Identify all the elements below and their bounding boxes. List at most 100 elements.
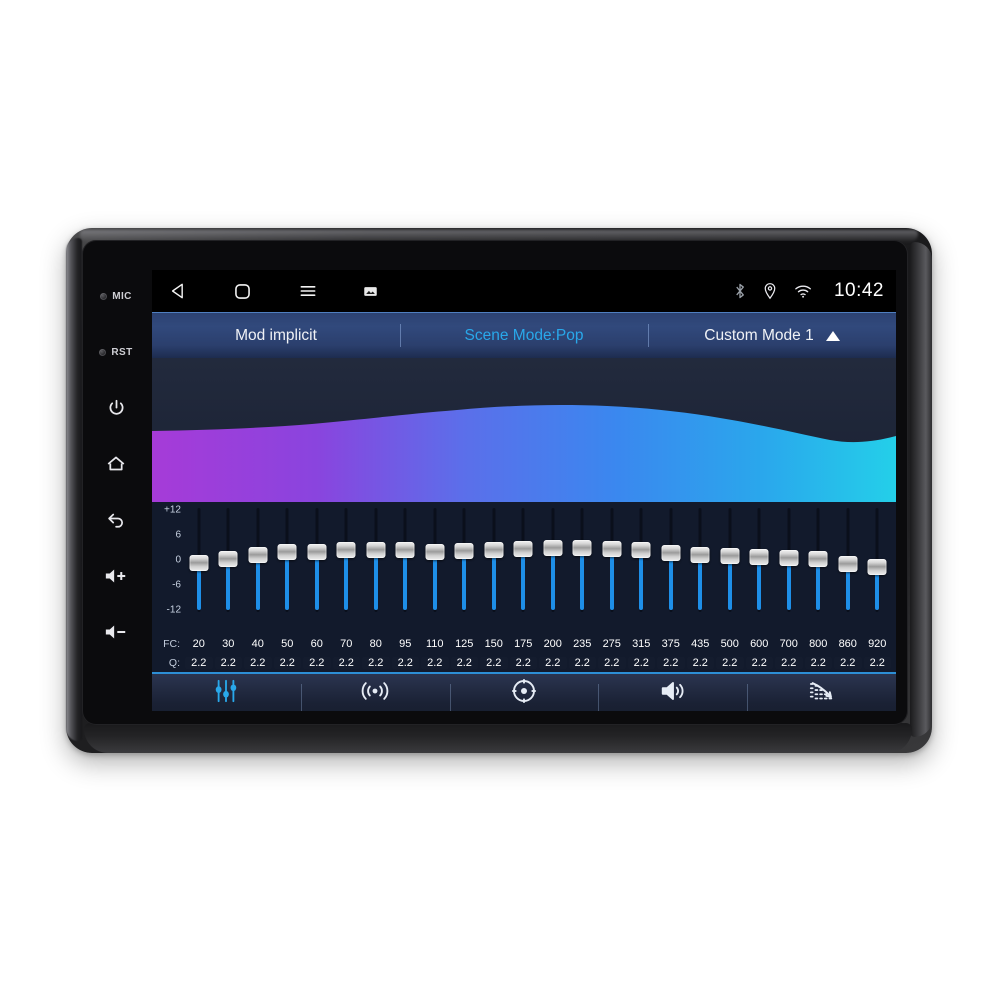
tab-sound[interactable]: Sound xyxy=(598,679,747,711)
fc-value[interactable]: 920 xyxy=(863,638,893,650)
eq-band-slider[interactable] xyxy=(509,502,539,618)
eq-band-slider[interactable] xyxy=(538,502,568,618)
slider-thumb[interactable] xyxy=(484,542,504,558)
q-value[interactable]: 2.2 xyxy=(509,656,537,669)
fc-value[interactable]: 315 xyxy=(627,638,657,650)
slider-thumb[interactable] xyxy=(779,550,799,567)
slider-thumb[interactable] xyxy=(454,542,474,559)
nav-home-button[interactable] xyxy=(232,281,253,302)
q-value[interactable]: 2.2 xyxy=(775,656,803,669)
slider-thumb[interactable] xyxy=(218,550,238,567)
q-value[interactable]: 2.2 xyxy=(244,656,272,669)
slider-thumb[interactable] xyxy=(690,546,710,563)
tab-eq[interactable]: EQ xyxy=(152,679,301,711)
eq-band-slider[interactable] xyxy=(450,502,480,618)
fc-value[interactable]: 200 xyxy=(538,638,568,650)
eq-band-slider[interactable] xyxy=(420,502,450,618)
fc-value[interactable]: 30 xyxy=(214,638,244,650)
fc-value[interactable]: 60 xyxy=(302,638,332,650)
fc-value[interactable]: 70 xyxy=(332,638,362,650)
triangle-up-icon[interactable] xyxy=(825,330,840,341)
fc-value[interactable]: 375 xyxy=(656,638,686,650)
q-value[interactable]: 2.2 xyxy=(185,656,213,669)
q-value[interactable]: 2.2 xyxy=(686,656,714,669)
mode-custom-button[interactable]: Custom Mode 1 xyxy=(648,327,896,345)
slider-thumb[interactable] xyxy=(572,539,592,556)
q-value[interactable]: 2.2 xyxy=(303,656,331,669)
slider-thumb[interactable] xyxy=(720,547,740,564)
fc-value[interactable]: 700 xyxy=(774,638,804,650)
q-value[interactable]: 2.2 xyxy=(627,656,655,669)
slider-thumb[interactable] xyxy=(395,542,415,558)
slider-thumb[interactable] xyxy=(838,555,858,572)
slider-thumb[interactable] xyxy=(543,540,563,557)
tab-zona[interactable]: ZONA xyxy=(450,678,599,711)
q-value[interactable]: 2.2 xyxy=(332,656,360,669)
fc-value[interactable]: 800 xyxy=(804,638,834,650)
slider-thumb[interactable] xyxy=(749,549,769,566)
fc-value[interactable]: 80 xyxy=(361,638,391,650)
fc-value[interactable]: 95 xyxy=(391,638,421,650)
eq-band-slider[interactable] xyxy=(833,502,863,618)
slider-thumb[interactable] xyxy=(307,544,327,561)
fc-value[interactable]: 150 xyxy=(479,638,509,650)
eq-band-slider[interactable] xyxy=(745,502,775,618)
mode-default-button[interactable]: Mod implicit xyxy=(152,327,400,345)
eq-band-slider[interactable] xyxy=(627,502,657,618)
slider-thumb[interactable] xyxy=(248,547,268,563)
touchscreen-display[interactable]: 10:42 Mod implicit Scene Mode:Pop Custom… xyxy=(152,270,896,711)
tab-filtru-de-bas[interactable]: Filtru de bas xyxy=(747,679,896,711)
eq-band-slider[interactable] xyxy=(804,502,834,618)
fc-value[interactable]: 20 xyxy=(184,638,214,650)
mode-scene-button[interactable]: Scene Mode:Pop xyxy=(400,327,648,345)
slider-thumb[interactable] xyxy=(513,540,533,557)
nav-screenshot-button[interactable] xyxy=(363,284,378,299)
fc-value[interactable]: 860 xyxy=(833,638,863,650)
power-button[interactable] xyxy=(84,380,148,436)
slider-thumb[interactable] xyxy=(425,543,445,560)
fc-value[interactable]: 110 xyxy=(420,638,450,650)
eq-band-slider[interactable] xyxy=(656,502,686,618)
q-value[interactable]: 2.2 xyxy=(391,656,419,669)
fc-value[interactable]: 50 xyxy=(273,638,303,650)
eq-band-slider[interactable] xyxy=(273,502,303,618)
slider-thumb[interactable] xyxy=(277,544,297,561)
fc-value[interactable]: 175 xyxy=(509,638,539,650)
nav-back-button[interactable] xyxy=(168,281,188,301)
nav-menu-button[interactable] xyxy=(297,281,319,301)
q-value[interactable]: 2.2 xyxy=(657,656,685,669)
fc-value[interactable]: 235 xyxy=(568,638,598,650)
home-button[interactable] xyxy=(84,436,148,492)
q-value[interactable]: 2.2 xyxy=(745,656,773,669)
eq-band-slider[interactable] xyxy=(568,502,598,618)
eq-band-slider[interactable] xyxy=(361,502,391,618)
eq-band-slider[interactable] xyxy=(686,502,716,618)
eq-band-slider[interactable] xyxy=(715,502,745,618)
eq-band-slider[interactable] xyxy=(332,502,362,618)
fc-value[interactable]: 500 xyxy=(715,638,745,650)
eq-band-slider[interactable] xyxy=(184,502,214,618)
q-value[interactable]: 2.2 xyxy=(450,656,478,669)
q-value[interactable]: 2.2 xyxy=(539,656,567,669)
eq-band-slider[interactable] xyxy=(243,502,273,618)
slider-thumb[interactable] xyxy=(366,542,386,559)
eq-band-slider[interactable] xyxy=(774,502,804,618)
slider-thumb[interactable] xyxy=(867,559,887,576)
volume-up-button[interactable] xyxy=(84,548,148,604)
slider-thumb[interactable] xyxy=(631,542,651,558)
q-value[interactable]: 2.2 xyxy=(421,656,449,669)
fc-value[interactable]: 435 xyxy=(686,638,716,650)
equalizer-panel[interactable]: +12 6 0 -6 -12 FC: 20 30 40 50 60 70 80 95 110 125 150… xyxy=(152,502,896,672)
slider-thumb[interactable] xyxy=(189,555,209,572)
q-value[interactable]: 2.2 xyxy=(362,656,390,669)
q-value[interactable]: 2.2 xyxy=(598,656,626,669)
eq-band-slider[interactable] xyxy=(391,502,421,618)
fc-value[interactable]: 40 xyxy=(243,638,273,650)
tab-sunet-ambiental[interactable]: Sunet ambiental xyxy=(301,679,450,711)
eq-band-slider[interactable] xyxy=(214,502,244,618)
q-value[interactable]: 2.2 xyxy=(480,656,508,669)
fc-value[interactable]: 125 xyxy=(450,638,480,650)
q-value[interactable]: 2.2 xyxy=(863,656,891,669)
slider-thumb[interactable] xyxy=(336,542,356,559)
fc-value[interactable]: 275 xyxy=(597,638,627,650)
